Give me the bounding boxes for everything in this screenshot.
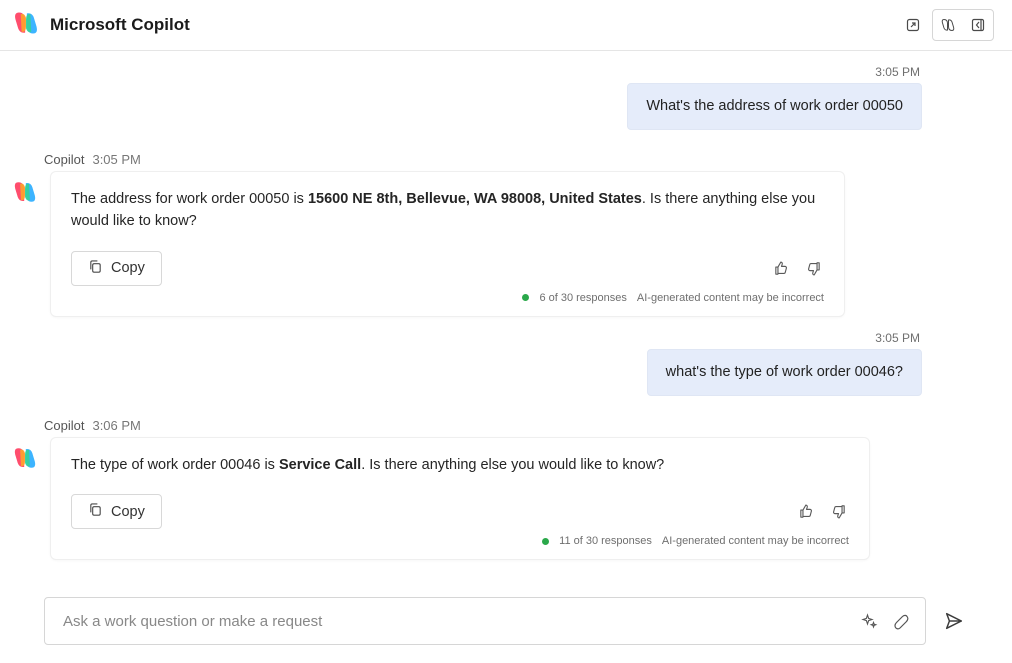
send-button[interactable]: [940, 607, 968, 635]
copy-label: Copy: [111, 260, 145, 276]
thumbs-up-button[interactable]: [770, 257, 792, 279]
copilot-avatar-icon: [12, 179, 40, 210]
composer: [44, 597, 968, 645]
ai-disclaimer: AI-generated content may be incorrect: [637, 292, 824, 304]
bot-text: The address for work order 00050 is 1560…: [71, 188, 824, 233]
bot-card: The address for work order 00050 is 1560…: [50, 171, 845, 317]
composer-box: [44, 597, 926, 645]
bot-message: Copilot 3:05 PM The address for work ord…: [44, 152, 922, 317]
thumbs-up-button[interactable]: [795, 501, 817, 523]
user-message: 3:05 PM What's the address of work order…: [44, 57, 922, 130]
attachment-icon[interactable]: [889, 609, 913, 633]
copilot-avatar-icon: [12, 445, 40, 476]
message-timestamp: 3:05 PM: [875, 65, 920, 79]
bot-name: Copilot: [44, 152, 84, 167]
bot-card: The type of work order 00046 is Service …: [50, 437, 870, 560]
panel-collapse-icon[interactable]: [963, 10, 993, 40]
user-bubble: What's the address of work order 00050: [627, 83, 922, 130]
thumbs-down-button[interactable]: [827, 501, 849, 523]
header-actions: [898, 9, 994, 41]
user-message: 3:05 PM what's the type of work order 00…: [44, 323, 922, 396]
thumbs-down-button[interactable]: [802, 257, 824, 279]
ai-disclaimer: AI-generated content may be incorrect: [662, 535, 849, 547]
app-header: Microsoft Copilot: [0, 0, 1012, 51]
responses-count: 11 of 30 responses: [559, 535, 652, 547]
status-dot-icon: [522, 294, 529, 301]
message-timestamp: 3:06 PM: [92, 418, 140, 433]
copy-icon: [88, 259, 103, 278]
bot-name: Copilot: [44, 418, 84, 433]
sparkle-icon[interactable]: [857, 609, 881, 633]
copy-button[interactable]: Copy: [71, 251, 162, 286]
copy-button[interactable]: Copy: [71, 494, 162, 529]
message-timestamp: 3:05 PM: [92, 152, 140, 167]
app-title: Microsoft Copilot: [50, 15, 190, 35]
copilot-icon[interactable]: [933, 10, 963, 40]
popout-icon[interactable]: [898, 10, 928, 40]
app-logo: Microsoft Copilot: [12, 9, 190, 42]
responses-count: 6 of 30 responses: [539, 292, 626, 304]
message-timestamp: 3:05 PM: [875, 331, 920, 345]
status-dot-icon: [542, 538, 549, 545]
copilot-logo-icon: [12, 9, 40, 42]
copy-icon: [88, 502, 103, 521]
user-bubble: what's the type of work order 00046?: [647, 349, 922, 396]
bot-message: Copilot 3:06 PM The type of work order 0…: [44, 418, 922, 560]
chat-area: 3:05 PM What's the address of work order…: [0, 51, 1012, 560]
copy-label: Copy: [111, 504, 145, 520]
composer-input[interactable]: [61, 612, 849, 631]
bot-text: The type of work order 00046 is Service …: [71, 454, 849, 476]
